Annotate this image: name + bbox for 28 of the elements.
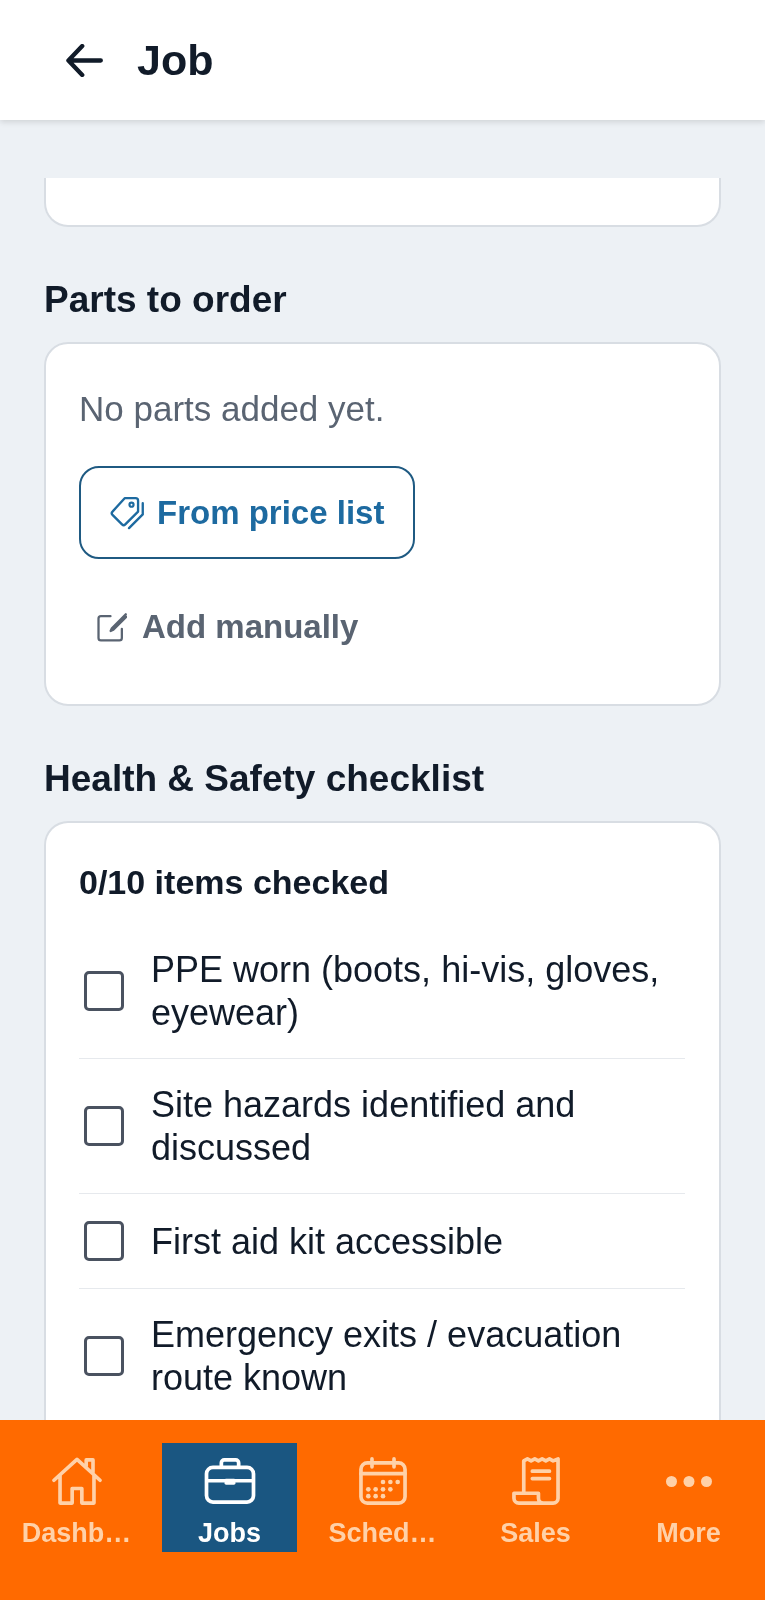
tag-icon [110, 495, 144, 530]
checkbox[interactable] [84, 971, 124, 1011]
nav-tab[interactable]: Jobs [162, 1443, 297, 1552]
checklist-item-label: First aid kit accessible [151, 1219, 505, 1263]
nav-tab[interactable]: More [621, 1443, 756, 1552]
section-heading: Parts to order [44, 278, 288, 322]
empty-state-text: No parts added yet. [79, 388, 385, 430]
more-icon [665, 1475, 712, 1487]
add-manually-button[interactable]: Add manually [79, 594, 377, 660]
checkbox[interactable] [84, 1106, 124, 1146]
price-list-button[interactable]: From price list [79, 466, 416, 559]
checked-count-text: 0/10 items checked [79, 862, 390, 903]
receipt-icon [510, 1457, 561, 1505]
checkbox[interactable] [84, 1221, 124, 1261]
calendar-icon [358, 1457, 407, 1505]
checklist-item-label: Site hazards identified and discussed [151, 1083, 577, 1169]
section-heading: Health & Safety checklist [44, 757, 486, 801]
nav-tab[interactable]: Sched… [315, 1443, 450, 1552]
checklist-item-label: Emergency exits / evacuation route known [151, 1313, 623, 1399]
edit-icon [97, 612, 127, 642]
checklist-item-label: PPE worn (boots, hi-vis, gloves, eyewear) [151, 948, 661, 1034]
nav-tab[interactable]: Dashb… [9, 1443, 144, 1552]
nav-tab[interactable]: Sales [468, 1443, 603, 1552]
house-icon [51, 1457, 102, 1505]
back-icon[interactable] [66, 43, 103, 77]
page-title: Job [137, 35, 214, 85]
checkbox[interactable] [84, 1336, 124, 1376]
briefcase-icon [203, 1458, 256, 1504]
